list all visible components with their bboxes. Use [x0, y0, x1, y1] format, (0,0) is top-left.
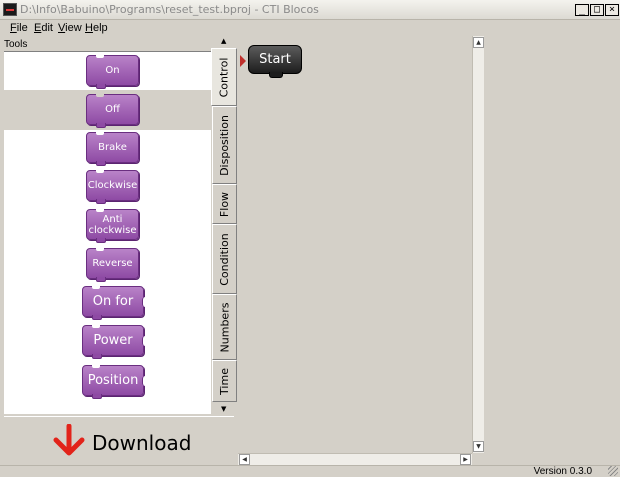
resize-grip-icon[interactable] — [608, 466, 618, 476]
menu-help[interactable]: Help — [85, 22, 108, 34]
tab-flow[interactable]: Flow — [212, 184, 237, 224]
download-label: Download — [92, 431, 192, 455]
block-socket — [142, 336, 147, 346]
block-clockwise[interactable]: Clockwise — [86, 170, 139, 204]
tab-control[interactable]: Control — [211, 48, 237, 106]
block-brake[interactable]: Brake — [86, 132, 139, 166]
status-bar: Version 0.3.0 — [0, 465, 620, 477]
menu-bar: File Edit View Help — [0, 20, 620, 37]
tools-palette: On Off Brake Clockwise Anti clockwise Re… — [4, 51, 211, 414]
block-on-for-label: On for — [92, 294, 134, 309]
scroll-right-icon[interactable]: ▶ — [460, 454, 471, 465]
canvas-vertical-scrollbar[interactable]: ▲ ▼ — [472, 36, 484, 453]
tabs-scroll-up-icon[interactable]: ▲ — [221, 38, 226, 45]
start-pointer-icon — [240, 55, 246, 67]
menu-edit[interactable]: Edit — [34, 22, 53, 34]
menu-view[interactable]: View — [58, 22, 82, 34]
block-position-label: Position — [87, 373, 139, 388]
download-panel: Download — [4, 416, 234, 464]
block-off[interactable]: Off — [86, 94, 139, 128]
maximize-button[interactable]: □ — [590, 4, 604, 16]
block-reverse[interactable]: Reverse — [86, 248, 139, 282]
block-on-label: On — [105, 65, 120, 76]
tab-disposition-label: Disposition — [218, 114, 232, 176]
tab-flow-label: Flow — [218, 191, 231, 217]
block-clockwise-label: Clockwise — [87, 180, 138, 191]
tab-time[interactable]: Time — [212, 360, 237, 402]
title-bar: D:\Info\Babuino\Programs\reset_test.bpro… — [0, 0, 620, 20]
minimize-button[interactable]: _ — [575, 4, 589, 16]
start-block-label: Start — [259, 52, 291, 67]
scroll-down-icon[interactable]: ▼ — [473, 441, 484, 452]
category-tabs: ▲ Control Disposition Flow Condition Num… — [211, 36, 237, 418]
block-reverse-label: Reverse — [92, 258, 133, 269]
block-socket — [142, 297, 147, 307]
menu-help-label: elp — [92, 22, 108, 34]
window-title: D:\Info\Babuino\Programs\reset_test.bpro… — [20, 3, 319, 16]
canvas-horizontal-scrollbar[interactable]: ◀ ▶ — [238, 453, 472, 465]
block-on[interactable]: On — [86, 55, 139, 89]
block-power-label: Power — [93, 333, 133, 348]
version-text: Version 0.3.0 — [533, 466, 592, 477]
tab-numbers[interactable]: Numbers — [212, 294, 237, 360]
block-on-for[interactable]: On for — [82, 286, 147, 320]
download-button[interactable]: Download — [4, 417, 234, 465]
block-socket — [142, 376, 147, 386]
block-anti-clockwise-label: Anti clockwise — [88, 213, 137, 236]
menu-file[interactable]: File — [10, 22, 28, 34]
tabs-scroll-down-icon[interactable]: ▼ — [221, 406, 226, 413]
menu-view-label: iew — [65, 22, 82, 34]
app-icon — [3, 3, 17, 16]
empty-side-pane — [485, 36, 620, 465]
program-canvas[interactable]: Start — [238, 36, 472, 453]
scroll-up-icon[interactable]: ▲ — [473, 37, 484, 48]
block-anti-clockwise[interactable]: Anti clockwise — [86, 209, 139, 243]
tab-numbers-label: Numbers — [218, 302, 232, 352]
block-brake-label: Brake — [98, 142, 127, 153]
menu-help-mnemonic: H — [85, 22, 93, 34]
tab-control-label: Control — [217, 57, 231, 97]
tab-condition[interactable]: Condition — [212, 224, 237, 294]
down-arrow-icon — [53, 424, 85, 456]
menu-file-mnemonic: F — [10, 22, 17, 34]
tab-disposition[interactable]: Disposition — [212, 106, 237, 184]
scroll-left-icon[interactable]: ◀ — [239, 454, 250, 465]
block-off-label: Off — [105, 104, 120, 115]
block-position[interactable]: Position — [82, 365, 147, 399]
tools-panel-label: Tools — [4, 39, 28, 50]
tab-time-label: Time — [218, 367, 232, 395]
tab-condition-label: Condition — [218, 232, 231, 286]
menu-edit-label: dit — [41, 22, 53, 34]
block-power[interactable]: Power — [82, 325, 147, 359]
menu-file-label: ile — [16, 22, 28, 34]
close-button[interactable]: × — [605, 4, 619, 16]
start-block[interactable]: Start — [248, 45, 302, 78]
